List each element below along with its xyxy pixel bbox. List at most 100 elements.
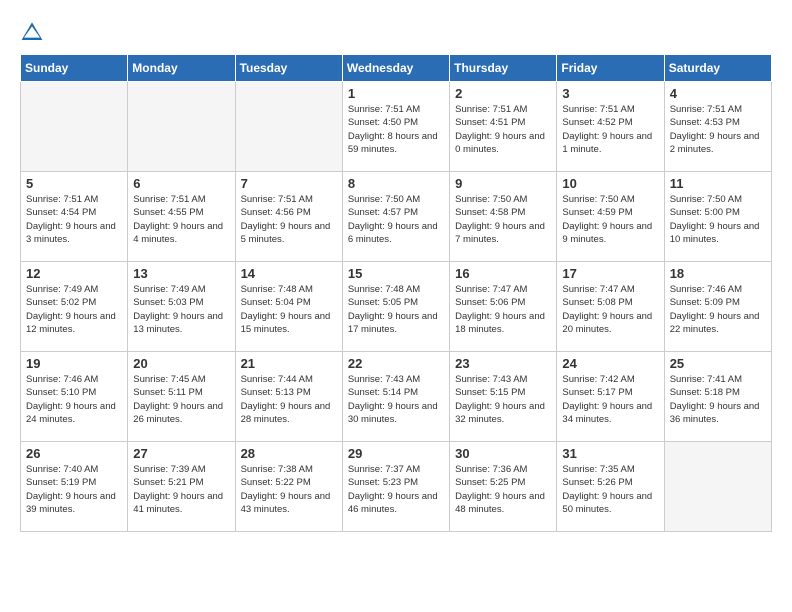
calendar-header: SundayMondayTuesdayWednesdayThursdayFrid…	[21, 55, 772, 82]
day-number: 21	[241, 356, 337, 371]
calendar-cell: 28 Sunrise: 7:38 AM Sunset: 5:22 PM Dayli…	[235, 442, 342, 532]
calendar-week-row: 26 Sunrise: 7:40 AM Sunset: 5:19 PM Dayli…	[21, 442, 772, 532]
day-info: Sunrise: 7:50 AM Sunset: 5:00 PM Dayligh…	[670, 193, 766, 246]
calendar-cell	[128, 82, 235, 172]
calendar-cell: 7 Sunrise: 7:51 AM Sunset: 4:56 PM Daylig…	[235, 172, 342, 262]
day-info: Sunrise: 7:51 AM Sunset: 4:50 PM Dayligh…	[348, 103, 444, 156]
weekday-header: Thursday	[450, 55, 557, 82]
calendar-cell: 8 Sunrise: 7:50 AM Sunset: 4:57 PM Daylig…	[342, 172, 449, 262]
day-number: 3	[562, 86, 658, 101]
day-number: 10	[562, 176, 658, 191]
day-number: 4	[670, 86, 766, 101]
day-number: 7	[241, 176, 337, 191]
calendar-cell: 29 Sunrise: 7:37 AM Sunset: 5:23 PM Dayli…	[342, 442, 449, 532]
calendar-body: 1 Sunrise: 7:51 AM Sunset: 4:50 PM Daylig…	[21, 82, 772, 532]
calendar-week-row: 12 Sunrise: 7:49 AM Sunset: 5:02 PM Dayli…	[21, 262, 772, 352]
day-number: 8	[348, 176, 444, 191]
day-number: 22	[348, 356, 444, 371]
day-number: 6	[133, 176, 229, 191]
day-info: Sunrise: 7:50 AM Sunset: 4:59 PM Dayligh…	[562, 193, 658, 246]
day-number: 2	[455, 86, 551, 101]
calendar-week-row: 19 Sunrise: 7:46 AM Sunset: 5:10 PM Dayli…	[21, 352, 772, 442]
day-info: Sunrise: 7:37 AM Sunset: 5:23 PM Dayligh…	[348, 463, 444, 516]
calendar-cell: 21Sunrise: 7:44 AM Sunset: 5:13 PM Dayli…	[235, 352, 342, 442]
day-number: 29	[348, 446, 444, 461]
day-number: 1	[348, 86, 444, 101]
weekday-row: SundayMondayTuesdayWednesdayThursdayFrid…	[21, 55, 772, 82]
day-number: 19	[26, 356, 122, 371]
calendar-cell: 3 Sunrise: 7:51 AM Sunset: 4:52 PM Daylig…	[557, 82, 664, 172]
calendar-cell: 2 Sunrise: 7:51 AM Sunset: 4:51 PM Daylig…	[450, 82, 557, 172]
weekday-header: Wednesday	[342, 55, 449, 82]
day-info: Sunrise: 7:35 AM Sunset: 5:26 PM Dayligh…	[562, 463, 658, 516]
day-info: Sunrise: 7:42 AM Sunset: 5:17 PM Dayligh…	[562, 373, 658, 426]
day-number: 17	[562, 266, 658, 281]
calendar-cell: 31 Sunrise: 7:35 AM Sunset: 5:26 PM Dayli…	[557, 442, 664, 532]
calendar-table: SundayMondayTuesdayWednesdayThursdayFrid…	[20, 54, 772, 532]
day-number: 30	[455, 446, 551, 461]
day-number: 24	[562, 356, 658, 371]
calendar-cell: 25 Sunrise: 7:41 AM Sunset: 5:18 PM Dayli…	[664, 352, 771, 442]
day-number: 15	[348, 266, 444, 281]
calendar-cell: 11 Sunrise: 7:50 AM Sunset: 5:00 PM Dayli…	[664, 172, 771, 262]
calendar-cell: 10 Sunrise: 7:50 AM Sunset: 4:59 PM Dayli…	[557, 172, 664, 262]
calendar-week-row: 1 Sunrise: 7:51 AM Sunset: 4:50 PM Daylig…	[21, 82, 772, 172]
calendar-cell: 15 Sunrise: 7:48 AM Sunset: 5:05 PM Dayli…	[342, 262, 449, 352]
day-info: Sunrise: 7:38 AM Sunset: 5:22 PM Dayligh…	[241, 463, 337, 516]
weekday-header: Sunday	[21, 55, 128, 82]
day-info: Sunrise: 7:51 AM Sunset: 4:53 PM Dayligh…	[670, 103, 766, 156]
day-number: 11	[670, 176, 766, 191]
calendar-cell	[235, 82, 342, 172]
day-number: 27	[133, 446, 229, 461]
day-info: Sunrise: 7:41 AM Sunset: 5:18 PM Dayligh…	[670, 373, 766, 426]
calendar-week-row: 5Sunrise: 7:51 AM Sunset: 4:54 PM Daylig…	[21, 172, 772, 262]
day-number: 25	[670, 356, 766, 371]
day-info: Sunrise: 7:45 AM Sunset: 5:11 PM Dayligh…	[133, 373, 229, 426]
day-number: 13	[133, 266, 229, 281]
calendar-cell: 4 Sunrise: 7:51 AM Sunset: 4:53 PM Daylig…	[664, 82, 771, 172]
day-number: 23	[455, 356, 551, 371]
day-info: Sunrise: 7:51 AM Sunset: 4:51 PM Dayligh…	[455, 103, 551, 156]
calendar-cell: 26 Sunrise: 7:40 AM Sunset: 5:19 PM Dayli…	[21, 442, 128, 532]
day-info: Sunrise: 7:48 AM Sunset: 5:05 PM Dayligh…	[348, 283, 444, 336]
calendar-cell: 23 Sunrise: 7:43 AM Sunset: 5:15 PM Dayli…	[450, 352, 557, 442]
day-number: 14	[241, 266, 337, 281]
logo	[20, 20, 48, 44]
day-info: Sunrise: 7:36 AM Sunset: 5:25 PM Dayligh…	[455, 463, 551, 516]
calendar-cell: 18Sunrise: 7:46 AM Sunset: 5:09 PM Dayli…	[664, 262, 771, 352]
weekday-header: Saturday	[664, 55, 771, 82]
calendar-cell: 9Sunrise: 7:50 AM Sunset: 4:58 PM Daylig…	[450, 172, 557, 262]
calendar-cell: 12 Sunrise: 7:49 AM Sunset: 5:02 PM Dayli…	[21, 262, 128, 352]
calendar-cell	[664, 442, 771, 532]
calendar-cell: 27Sunrise: 7:39 AM Sunset: 5:21 PM Dayli…	[128, 442, 235, 532]
day-number: 9	[455, 176, 551, 191]
day-info: Sunrise: 7:51 AM Sunset: 4:55 PM Dayligh…	[133, 193, 229, 246]
day-number: 26	[26, 446, 122, 461]
day-info: Sunrise: 7:47 AM Sunset: 5:06 PM Dayligh…	[455, 283, 551, 336]
day-info: Sunrise: 7:50 AM Sunset: 4:57 PM Dayligh…	[348, 193, 444, 246]
day-number: 12	[26, 266, 122, 281]
day-info: Sunrise: 7:51 AM Sunset: 4:56 PM Dayligh…	[241, 193, 337, 246]
calendar-cell: 24 Sunrise: 7:42 AM Sunset: 5:17 PM Dayli…	[557, 352, 664, 442]
calendar-cell: 17 Sunrise: 7:47 AM Sunset: 5:08 PM Dayli…	[557, 262, 664, 352]
calendar-cell: 22 Sunrise: 7:43 AM Sunset: 5:14 PM Dayli…	[342, 352, 449, 442]
calendar-cell: 14Sunrise: 7:48 AM Sunset: 5:04 PM Dayli…	[235, 262, 342, 352]
calendar-cell: 30 Sunrise: 7:36 AM Sunset: 5:25 PM Dayli…	[450, 442, 557, 532]
day-info: Sunrise: 7:43 AM Sunset: 5:14 PM Dayligh…	[348, 373, 444, 426]
day-number: 5	[26, 176, 122, 191]
day-info: Sunrise: 7:40 AM Sunset: 5:19 PM Dayligh…	[26, 463, 122, 516]
day-info: Sunrise: 7:46 AM Sunset: 5:10 PM Dayligh…	[26, 373, 122, 426]
day-info: Sunrise: 7:51 AM Sunset: 4:52 PM Dayligh…	[562, 103, 658, 156]
calendar-cell: 16Sunrise: 7:47 AM Sunset: 5:06 PM Dayli…	[450, 262, 557, 352]
calendar-cell: 13 Sunrise: 7:49 AM Sunset: 5:03 PM Dayli…	[128, 262, 235, 352]
weekday-header: Tuesday	[235, 55, 342, 82]
day-info: Sunrise: 7:47 AM Sunset: 5:08 PM Dayligh…	[562, 283, 658, 336]
calendar-cell: 20Sunrise: 7:45 AM Sunset: 5:11 PM Dayli…	[128, 352, 235, 442]
day-info: Sunrise: 7:43 AM Sunset: 5:15 PM Dayligh…	[455, 373, 551, 426]
logo-icon	[20, 20, 44, 44]
day-number: 31	[562, 446, 658, 461]
weekday-header: Monday	[128, 55, 235, 82]
day-number: 28	[241, 446, 337, 461]
day-info: Sunrise: 7:49 AM Sunset: 5:02 PM Dayligh…	[26, 283, 122, 336]
day-info: Sunrise: 7:49 AM Sunset: 5:03 PM Dayligh…	[133, 283, 229, 336]
